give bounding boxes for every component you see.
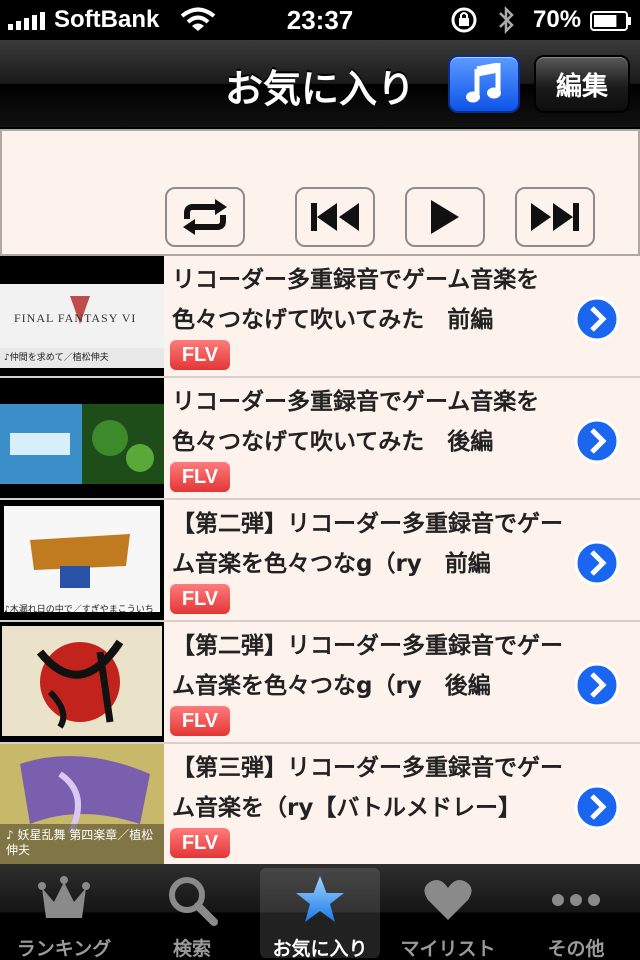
edit-button[interactable]: 編集 (534, 55, 630, 113)
disclosure-arrow-icon[interactable] (574, 296, 620, 342)
rotation-lock-icon (451, 7, 477, 33)
tab-bar: ランキング 検索 お気に入り マイリスト その他 (0, 864, 640, 960)
video-thumbnail: FINAL FANTASY VI ♪仲間を求めて／植松伸夫 (0, 256, 164, 376)
list-item[interactable]: ♪ 妖星乱舞 第四楽章／植松伸夫 【第三弾】リコーダー多重録音でゲーム音楽を（r… (0, 744, 640, 866)
list-item[interactable]: FINAL FANTASY VI ♪仲間を求めて／植松伸夫 リコーダー多重録音で… (0, 256, 640, 378)
video-thumbnail (0, 622, 164, 742)
list-item[interactable]: リコーダー多重録音でゲーム音楽を色々つなげて吹いてみた 後編 FLV (0, 378, 640, 500)
status-bar: SoftBank 23:37 70% (0, 0, 640, 40)
tab-label: マイリスト (400, 938, 496, 960)
repeat-button[interactable] (165, 187, 245, 247)
next-button[interactable] (515, 187, 595, 247)
disclosure-arrow-icon[interactable] (574, 662, 620, 708)
video-thumbnail: ♪木漏れ日の中で／すぎやまこういち (0, 500, 164, 620)
video-title: 【第三弾】リコーダー多重録音でゲーム音楽を（ry【バトルメドレー】 (172, 755, 563, 821)
format-badge: FLV (170, 706, 230, 736)
thumbnail-caption: ♪仲間を求めて／植松伸夫 (4, 353, 109, 363)
tab-label: 検索 (172, 938, 211, 960)
tab-favorites[interactable]: お気に入り (260, 868, 380, 960)
favorites-list: FINAL FANTASY VI ♪仲間を求めて／植松伸夫 リコーダー多重録音で… (0, 256, 640, 866)
format-badge: FLV (170, 828, 230, 858)
play-icon (431, 200, 459, 234)
tab-label: お気に入り (272, 938, 368, 960)
format-badge: FLV (170, 462, 230, 492)
navigation-bar: お気に入り 編集 (0, 40, 640, 128)
video-title: 【第二弾】リコーダー多重録音でゲーム音楽を色々つなg（ry 後編 (172, 633, 563, 699)
player-panel (0, 129, 640, 256)
list-item[interactable]: ♪木漏れ日の中で／すぎやまこういち 【第二弾】リコーダー多重録音でゲーム音楽を色… (0, 500, 640, 622)
previous-icon (311, 203, 359, 231)
tab-more[interactable]: その他 (516, 868, 636, 960)
bluetooth-icon (499, 5, 514, 35)
list-item[interactable]: 【第二弾】リコーダー多重録音でゲーム音楽を色々つなg（ry 後編 FLV (0, 622, 640, 744)
video-thumbnail: ♪ 妖星乱舞 第四楽章／植松伸夫 (0, 744, 164, 864)
crown-icon (38, 876, 90, 918)
tab-mylist[interactable]: マイリスト (388, 868, 508, 960)
battery-percent: 70% (533, 6, 582, 33)
tab-ranking[interactable]: ランキング (4, 868, 124, 960)
battery-icon (590, 11, 631, 31)
search-icon (169, 877, 218, 926)
repeat-icon (183, 199, 227, 235)
disclosure-arrow-icon[interactable] (574, 784, 620, 830)
video-thumbnail (0, 378, 164, 498)
format-badge: FLV (170, 584, 230, 614)
more-icon (552, 894, 600, 906)
video-title: 【第二弾】リコーダー多重録音でゲーム音楽を色々つなg（ry 前編 (172, 511, 563, 577)
heart-icon (424, 880, 472, 920)
thumbnail-caption: ♪木漏れ日の中で／すぎやまこういち (4, 605, 154, 615)
disclosure-arrow-icon[interactable] (574, 540, 620, 586)
star-icon (296, 876, 344, 922)
tab-label: その他 (547, 938, 605, 960)
disclosure-arrow-icon[interactable] (574, 418, 620, 464)
tab-label: ランキング (16, 938, 112, 960)
thumbnail-logo: FINAL FANTASY VI (14, 311, 137, 325)
thumbnail-caption: ♪ 妖星乱舞 第四楽章／植松伸夫 (6, 828, 154, 857)
play-button[interactable] (405, 187, 485, 247)
next-icon (531, 203, 579, 231)
tab-search[interactable]: 検索 (132, 868, 252, 960)
format-badge: FLV (170, 340, 230, 370)
video-title: リコーダー多重録音でゲーム音楽を色々つなげて吹いてみた 前編 (172, 267, 540, 333)
now-playing-button[interactable] (448, 55, 520, 113)
video-title: リコーダー多重録音でゲーム音楽を色々つなげて吹いてみた 後編 (172, 389, 540, 455)
music-note-icon (466, 63, 501, 103)
previous-button[interactable] (295, 187, 375, 247)
